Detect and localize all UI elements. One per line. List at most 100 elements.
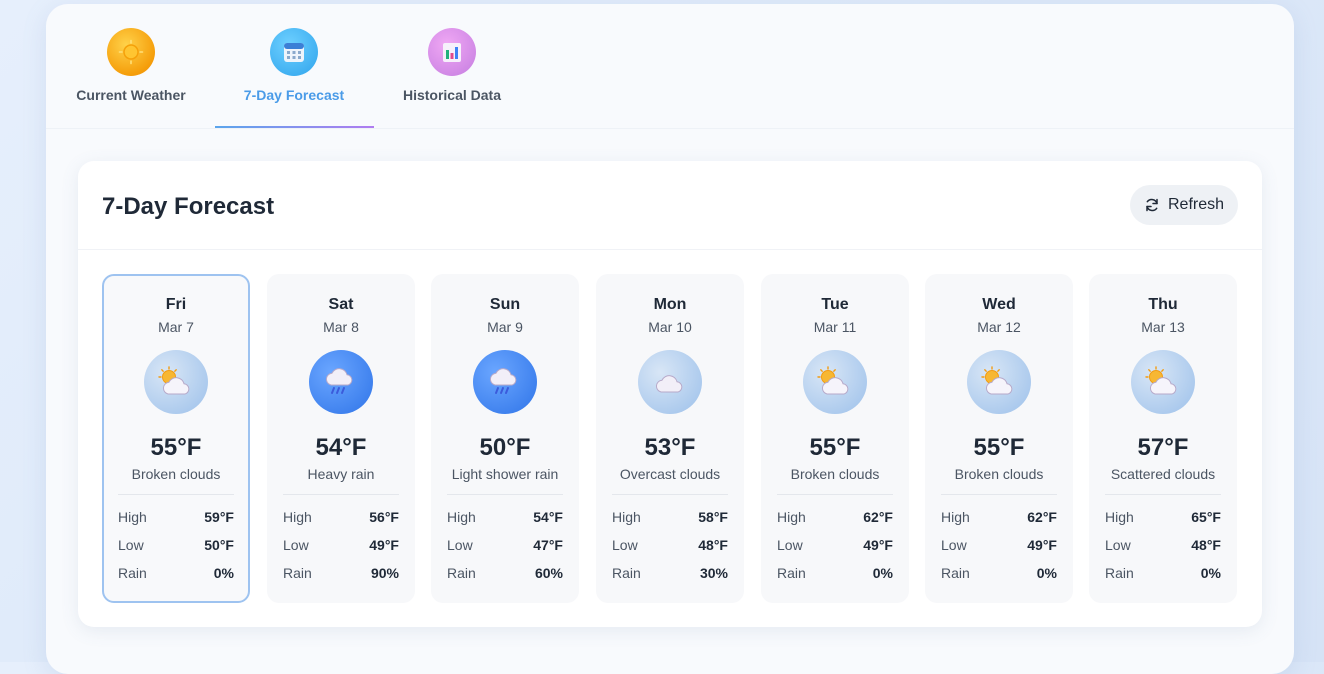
low-value: 49°F <box>863 537 893 553</box>
forecast-card-sat[interactable]: Sat Mar 8 54°F Heavy rain High 56°F Low … <box>267 274 415 603</box>
forecast-card-thu[interactable]: Thu Mar 13 57°F Scattered clouds High 65… <box>1089 274 1237 603</box>
rain-value: 90% <box>370 565 399 581</box>
refresh-label: Refresh <box>1167 196 1225 213</box>
rain-label: Rain <box>1105 565 1134 581</box>
low-label: Low <box>777 537 803 553</box>
rain-label: Rain <box>447 565 476 581</box>
low-value: 47°F <box>533 537 563 553</box>
rain-row: Rain 0% <box>1105 565 1221 585</box>
tab-7-day-forecast[interactable]: 7-Day Forecast <box>215 28 373 128</box>
divider <box>283 494 399 495</box>
forecast-description: Broken clouds <box>131 466 221 482</box>
forecast-day: Sun <box>489 296 521 313</box>
high-label: High <box>1105 509 1134 525</box>
rain-row: Rain 60% <box>447 565 563 585</box>
forecast-description: Broken clouds <box>954 466 1044 482</box>
forecast-temp: 53°F <box>644 434 696 461</box>
tab-current-weather[interactable]: Current Weather <box>52 28 210 128</box>
forecast-description: Heavy rain <box>307 466 375 482</box>
partly-cloudy-icon <box>1131 350 1195 414</box>
divider <box>612 494 728 495</box>
high-value: 62°F <box>1027 509 1057 525</box>
low-label: Low <box>283 537 309 553</box>
tab-bar: Current Weather 7-Day Forecast Historica… <box>46 4 1294 129</box>
forecast-date: Mar 10 <box>648 319 692 335</box>
forecast-temp: 55°F <box>809 434 861 461</box>
forecast-card-tue[interactable]: Tue Mar 11 55°F Broken clouds High 62°F … <box>761 274 909 603</box>
forecast-temp: 55°F <box>150 434 202 461</box>
rain-row: Rain 0% <box>777 565 893 585</box>
low-value: 48°F <box>698 537 728 553</box>
weather-app: Current Weather 7-Day Forecast Historica… <box>46 4 1294 674</box>
rain-row: Rain 0% <box>118 565 234 585</box>
refresh-button[interactable]: Refresh <box>1130 185 1238 225</box>
forecast-card-mon[interactable]: Mon Mar 10 53°F Overcast clouds High 58°… <box>596 274 744 603</box>
low-value: 49°F <box>369 537 399 553</box>
low-row: Low 49°F <box>777 537 893 557</box>
forecast-card-fri[interactable]: Fri Mar 7 55°F Broken clouds High 59°F L… <box>102 274 250 603</box>
calendar-icon <box>270 28 318 76</box>
high-row: High 54°F <box>447 509 563 529</box>
tab-historical-data[interactable]: Historical Data <box>373 28 531 128</box>
panel-header: 7-Day Forecast Refresh <box>78 161 1262 250</box>
forecast-description: Broken clouds <box>790 466 880 482</box>
low-row: Low 49°F <box>941 537 1057 557</box>
forecast-card-wed[interactable]: Wed Mar 12 55°F Broken clouds High 62°F … <box>925 274 1073 603</box>
forecast-temp: 50°F <box>479 434 531 461</box>
high-row: High 59°F <box>118 509 234 529</box>
rain-value: 0% <box>872 565 893 581</box>
low-row: Low 49°F <box>283 537 399 557</box>
bar-chart-icon <box>428 28 476 76</box>
partly-cloudy-icon <box>144 350 208 414</box>
forecast-description: Overcast clouds <box>619 466 721 482</box>
high-value: 59°F <box>204 509 234 525</box>
forecast-day: Tue <box>821 296 849 313</box>
tab-label: Historical Data <box>402 87 502 103</box>
forecast-temp: 57°F <box>1137 434 1189 461</box>
high-value: 54°F <box>533 509 563 525</box>
high-row: High 65°F <box>1105 509 1221 529</box>
forecast-card-sun[interactable]: Sun Mar 9 50°F Light shower rain High 54… <box>431 274 579 603</box>
divider <box>941 494 1057 495</box>
forecast-date: Mar 13 <box>1141 319 1185 335</box>
high-value: 62°F <box>863 509 893 525</box>
rain-value: 60% <box>534 565 563 581</box>
low-label: Low <box>447 537 473 553</box>
low-row: Low 48°F <box>612 537 728 557</box>
rain-value: 0% <box>1036 565 1057 581</box>
forecast-day: Mon <box>653 296 687 313</box>
high-row: High 62°F <box>777 509 893 529</box>
forecast-day: Sat <box>328 296 354 313</box>
forecast-cards: Fri Mar 7 55°F Broken clouds High 59°F L… <box>102 274 1238 603</box>
low-row: Low 48°F <box>1105 537 1221 557</box>
forecast-description: Light shower rain <box>451 466 559 482</box>
high-value: 56°F <box>369 509 399 525</box>
forecast-day: Wed <box>982 296 1016 313</box>
low-label: Low <box>1105 537 1131 553</box>
divider <box>777 494 893 495</box>
high-label: High <box>777 509 806 525</box>
rain-value: 0% <box>1200 565 1221 581</box>
rain-cloud-icon <box>473 350 537 414</box>
forecast-day: Fri <box>165 296 187 313</box>
forecast-temp: 55°F <box>973 434 1025 461</box>
rain-value: 30% <box>699 565 728 581</box>
low-value: 49°F <box>1027 537 1057 553</box>
partly-cloudy-icon <box>967 350 1031 414</box>
high-label: High <box>941 509 970 525</box>
forecast-date: Mar 9 <box>487 319 523 335</box>
high-value: 65°F <box>1191 509 1221 525</box>
low-row: Low 47°F <box>447 537 563 557</box>
rain-row: Rain 30% <box>612 565 728 585</box>
high-value: 58°F <box>698 509 728 525</box>
tab-label: Current Weather <box>76 87 186 103</box>
rain-label: Rain <box>941 565 970 581</box>
high-row: High 62°F <box>941 509 1057 529</box>
low-label: Low <box>941 537 967 553</box>
rain-value: 0% <box>213 565 234 581</box>
forecast-date: Mar 8 <box>323 319 359 335</box>
forecast-date: Mar 7 <box>158 319 194 335</box>
divider <box>1105 494 1221 495</box>
forecast-description: Scattered clouds <box>1110 466 1216 482</box>
active-tab-indicator <box>215 126 374 128</box>
